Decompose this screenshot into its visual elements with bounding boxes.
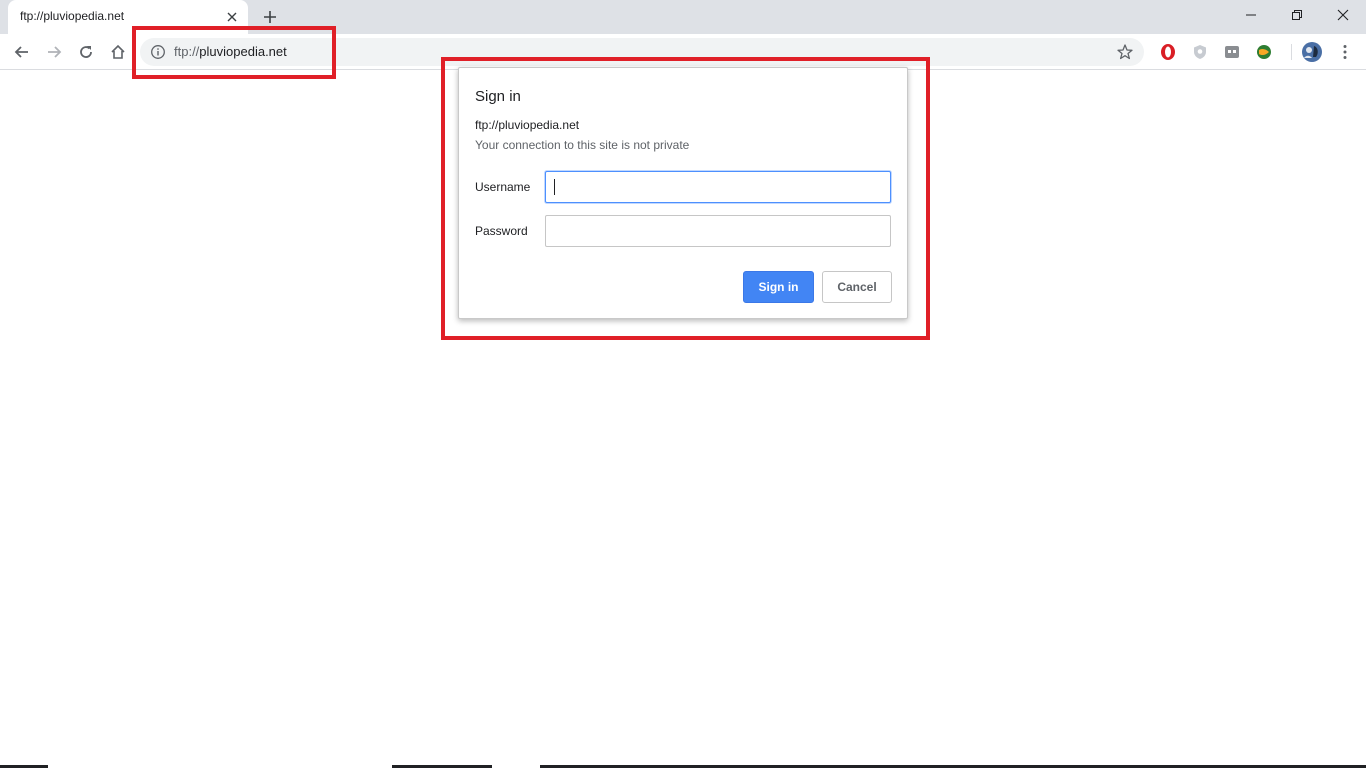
tab-title: ftp://pluviopedia.net	[20, 9, 125, 23]
sign-in-dialog: Sign in ftp://pluviopedia.net Your conne…	[458, 67, 908, 319]
url-scheme: ftp://	[174, 44, 200, 59]
restore-icon[interactable]	[1274, 0, 1320, 30]
username-input[interactable]	[545, 171, 891, 203]
forward-arrow-icon[interactable]	[42, 40, 66, 64]
connection-warning: Your connection to this site is not priv…	[475, 138, 690, 152]
globe-extension-icon[interactable]	[1254, 42, 1274, 62]
url-text: ftp://pluviopedia.net	[174, 44, 287, 59]
username-label: Username	[475, 180, 531, 194]
star-icon[interactable]	[1116, 43, 1134, 61]
address-bar[interactable]: ftp://pluviopedia.net	[140, 38, 1144, 66]
opera-extension-icon[interactable]	[1158, 42, 1178, 62]
plus-icon[interactable]	[259, 6, 281, 28]
sign-in-button[interactable]: Sign in	[743, 271, 814, 303]
url-host: pluviopedia.net	[199, 44, 287, 59]
close-icon[interactable]	[223, 8, 241, 26]
home-icon[interactable]	[106, 40, 130, 64]
window-close-icon[interactable]	[1320, 0, 1366, 30]
reload-icon[interactable]	[74, 40, 98, 64]
active-tab[interactable]: ftp://pluviopedia.net	[8, 0, 248, 34]
toolbar-separator	[1291, 44, 1292, 60]
gamepad-extension-icon[interactable]	[1222, 42, 1242, 62]
password-label: Password	[475, 224, 528, 238]
cancel-button[interactable]: Cancel	[822, 271, 892, 303]
text-cursor	[554, 179, 555, 195]
dialog-origin: ftp://pluviopedia.net	[475, 118, 580, 132]
dialog-title: Sign in	[475, 88, 521, 105]
kebab-menu-icon[interactable]	[1335, 42, 1355, 62]
back-arrow-icon[interactable]	[10, 40, 34, 64]
browser-toolbar: ftp://pluviopedia.net	[0, 34, 1366, 70]
profile-avatar-icon[interactable]	[1301, 41, 1323, 63]
browser-window: ftp://pluviopedia.net ftp://pluviopedia.…	[0, 0, 1366, 768]
tab-strip: ftp://pluviopedia.net	[0, 0, 1366, 34]
minimize-icon[interactable]	[1228, 0, 1274, 30]
password-input[interactable]	[545, 215, 891, 247]
info-icon[interactable]	[150, 44, 166, 60]
shield-extension-icon[interactable]	[1190, 42, 1210, 62]
